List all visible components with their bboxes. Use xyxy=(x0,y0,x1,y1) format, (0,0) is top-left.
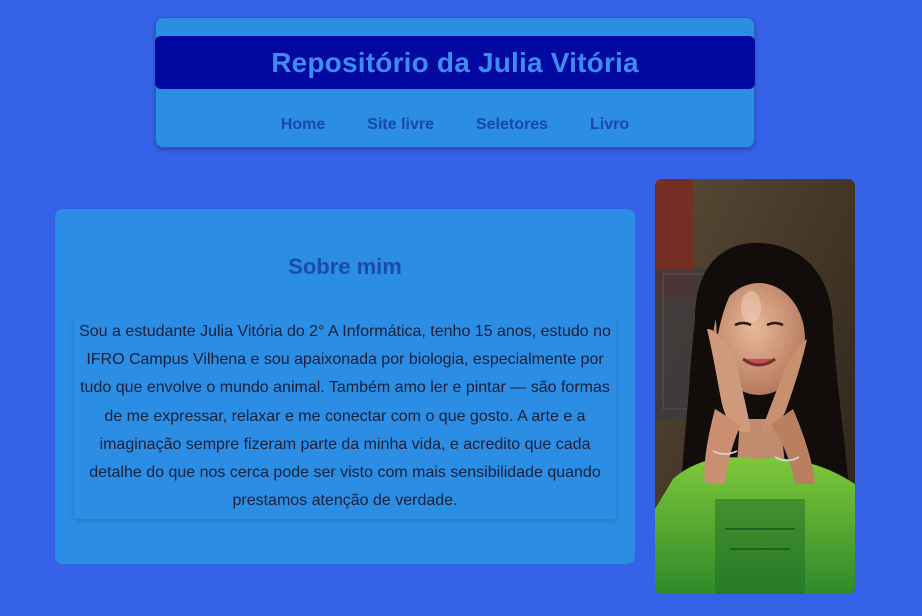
site-title: Repositório da Julia Vitória xyxy=(271,46,639,78)
title-bar: Repositório da Julia Vitória xyxy=(155,36,755,89)
nav-link-livro[interactable]: Livro xyxy=(569,114,650,136)
profile-photo-illustration xyxy=(655,179,855,594)
about-text: Sou a estudante Julia Vitória do 2° A In… xyxy=(74,316,616,519)
nav-link-site-livre[interactable]: Site livre xyxy=(346,114,455,136)
nav-link-home[interactable]: Home xyxy=(260,114,346,136)
about-card: Sobre mim Sou a estudante Julia Vitória … xyxy=(55,209,635,564)
main-nav: Home Site livre Seletores Livro xyxy=(156,114,754,136)
nav-link-seletores[interactable]: Seletores xyxy=(455,114,569,136)
header-card: Repositório da Julia Vitória Home Site l… xyxy=(155,17,755,148)
about-heading: Sobre mim xyxy=(288,254,402,279)
profile-photo xyxy=(655,179,855,594)
